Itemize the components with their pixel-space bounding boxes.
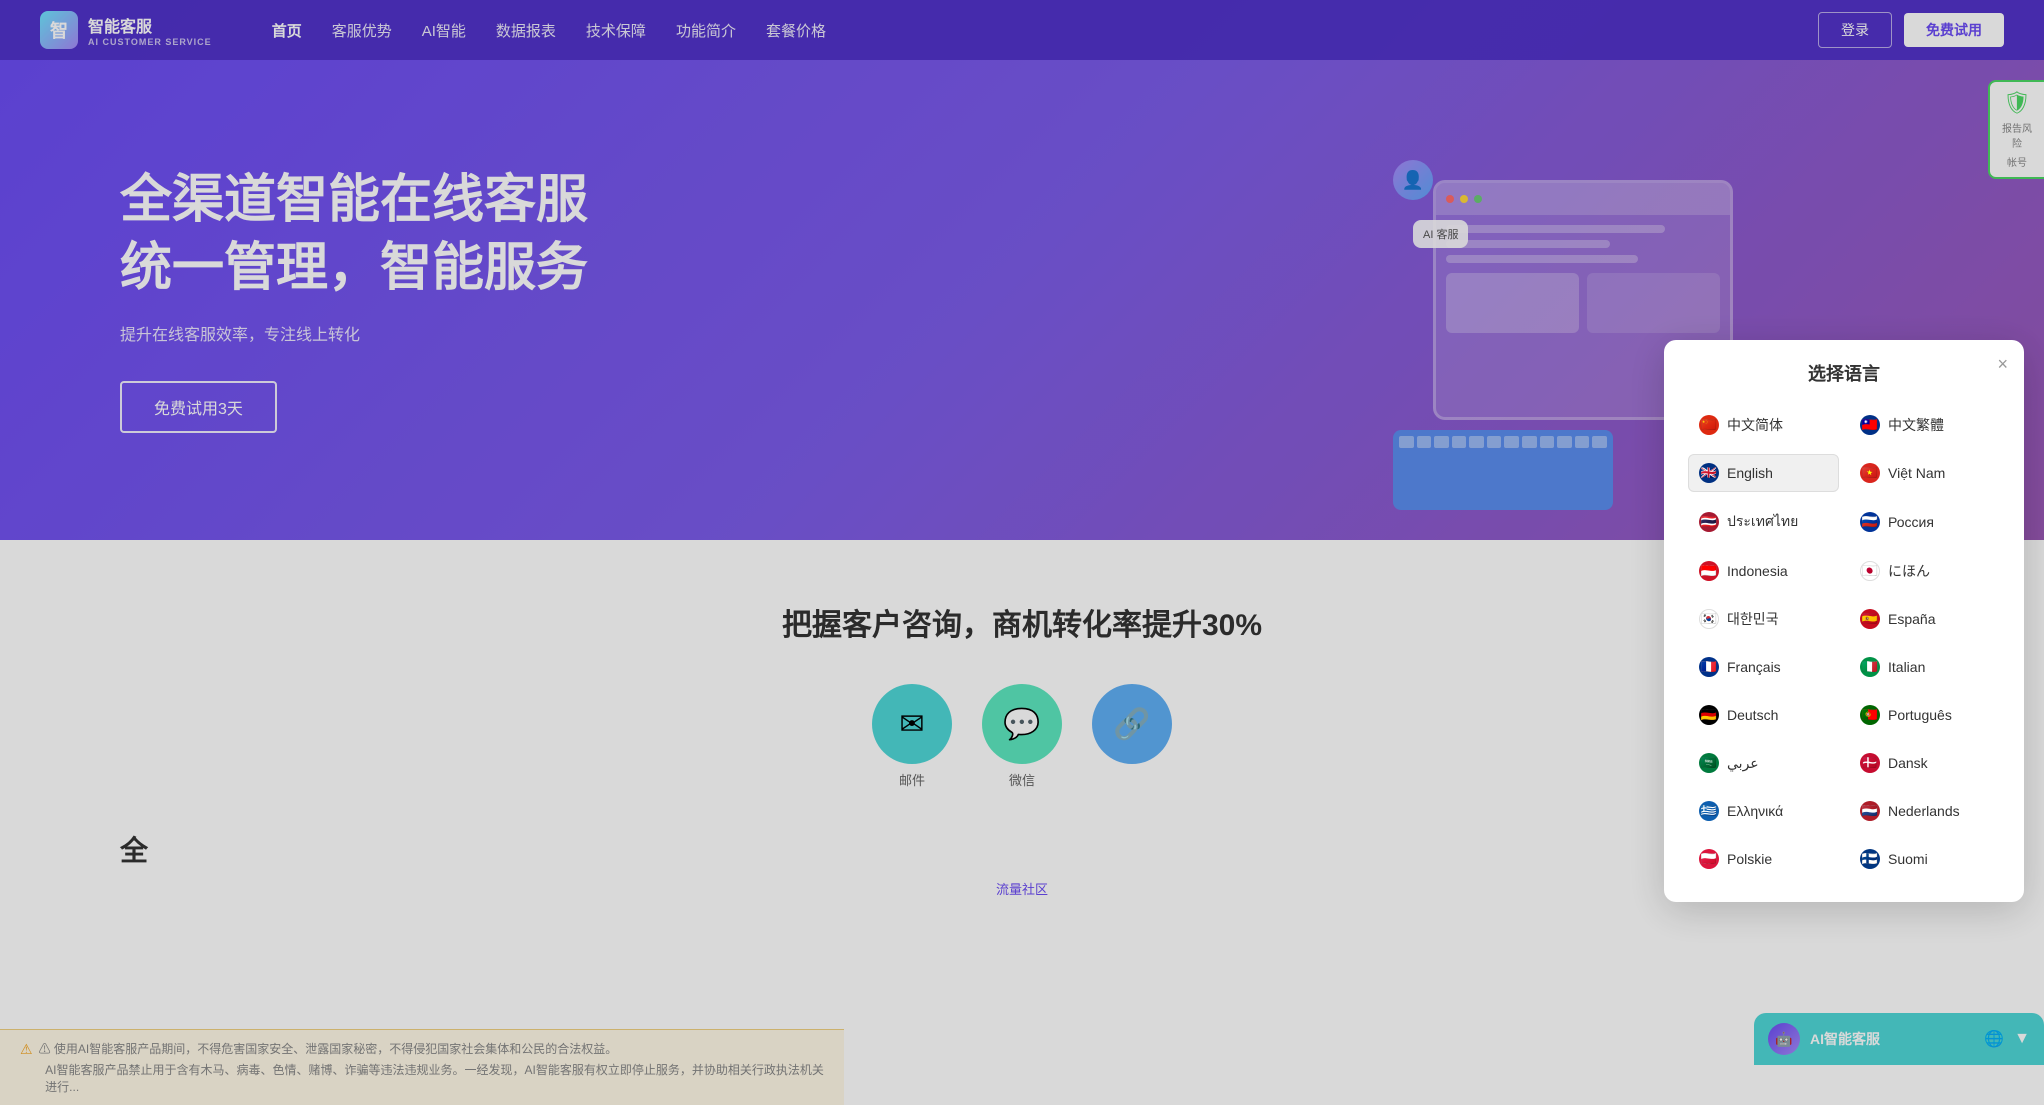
lang-label-it: Italian	[1888, 659, 1925, 675]
lang-item-vn[interactable]: 🇻🇳 Việt Nam	[1849, 454, 2000, 492]
lang-label-pl: Polskie	[1727, 851, 1772, 867]
lang-item-de[interactable]: 🇩🇪 Deutsch	[1688, 696, 1839, 734]
flag-vn: 🇻🇳	[1860, 463, 1880, 483]
flag-gr: 🇬🇷	[1699, 801, 1719, 821]
flag-nl: 🇳🇱	[1860, 801, 1880, 821]
flag-dk: 🇩🇰	[1860, 753, 1880, 773]
flag-th: 🇹🇭	[1699, 512, 1719, 532]
lang-item-th[interactable]: 🇹🇭 ประเทศไทย	[1688, 502, 1839, 542]
lang-grid: 🇨🇳 中文简体 🇹🇼 中文繁體 🇬🇧 English 🇻🇳 Việt Nam 🇹…	[1688, 406, 2000, 878]
lang-label-ru: Россия	[1888, 514, 1934, 530]
lang-label-gr: Ελληνικά	[1727, 803, 1783, 819]
lang-item-pl[interactable]: 🇵🇱 Polskie	[1688, 840, 1839, 878]
flag-fr: 🇫🇷	[1699, 657, 1719, 677]
lang-modal-title: 选择语言	[1688, 360, 2000, 386]
lang-label-fr: Français	[1727, 659, 1781, 675]
lang-label-vn: Việt Nam	[1888, 465, 1945, 481]
lang-label-es: España	[1888, 611, 1935, 627]
flag-it: 🇮🇹	[1860, 657, 1880, 677]
flag-pt: 🇵🇹	[1860, 705, 1880, 725]
lang-modal: 选择语言 × 🇨🇳 中文简体 🇹🇼 中文繁體 🇬🇧 English 🇻🇳 Việ…	[1664, 340, 2024, 902]
lang-item-nl[interactable]: 🇳🇱 Nederlands	[1849, 792, 2000, 830]
lang-item-fr[interactable]: 🇫🇷 Français	[1688, 648, 1839, 686]
lang-label-id: Indonesia	[1727, 563, 1788, 579]
flag-ru: 🇷🇺	[1860, 512, 1880, 532]
flag-uk: 🇬🇧	[1699, 463, 1719, 483]
flag-fi: 🇫🇮	[1860, 849, 1880, 869]
lang-item-en[interactable]: 🇬🇧 English	[1688, 454, 1839, 492]
lang-item-es[interactable]: 🇪🇸 España	[1849, 600, 2000, 638]
flag-kr: 🇰🇷	[1699, 609, 1719, 629]
lang-item-dk[interactable]: 🇩🇰 Dansk	[1849, 744, 2000, 782]
lang-item-fi[interactable]: 🇫🇮 Suomi	[1849, 840, 2000, 878]
lang-item-id[interactable]: 🇮🇩 Indonesia	[1688, 552, 1839, 590]
lang-close-button[interactable]: ×	[1997, 354, 2008, 375]
lang-item-ar[interactable]: 🇸🇦 عربي	[1688, 744, 1839, 782]
lang-label-dk: Dansk	[1888, 755, 1928, 771]
lang-item-zh-tw[interactable]: 🇹🇼 中文繁體	[1849, 406, 2000, 444]
lang-item-ru[interactable]: 🇷🇺 Россия	[1849, 502, 2000, 542]
lang-label-en: English	[1727, 465, 1773, 481]
lang-label-th: ประเทศไทย	[1727, 511, 1798, 533]
lang-item-it[interactable]: 🇮🇹 Italian	[1849, 648, 2000, 686]
flag-jp: 🇯🇵	[1860, 561, 1880, 581]
flag-de: 🇩🇪	[1699, 705, 1719, 725]
flag-tw: 🇹🇼	[1860, 415, 1880, 435]
flag-pl: 🇵🇱	[1699, 849, 1719, 869]
lang-item-jp[interactable]: 🇯🇵 にほん	[1849, 552, 2000, 590]
lang-label-kr: 대한민국	[1727, 609, 1779, 629]
lang-label-jp: にほん	[1888, 561, 1930, 581]
flag-cn: 🇨🇳	[1699, 415, 1719, 435]
lang-modal-overlay: 选择语言 × 🇨🇳 中文简体 🇹🇼 中文繁體 🇬🇧 English 🇻🇳 Việ…	[0, 0, 2044, 1105]
lang-label-de: Deutsch	[1727, 707, 1778, 723]
lang-item-gr[interactable]: 🇬🇷 Ελληνικά	[1688, 792, 1839, 830]
lang-label-zh-tw: 中文繁體	[1888, 415, 1944, 435]
lang-label-ar: عربي	[1727, 755, 1759, 772]
lang-item-pt[interactable]: 🇵🇹 Português	[1849, 696, 2000, 734]
flag-ar: 🇸🇦	[1699, 753, 1719, 773]
lang-label-nl: Nederlands	[1888, 803, 1960, 819]
lang-item-zh-cn[interactable]: 🇨🇳 中文简体	[1688, 406, 1839, 444]
lang-label-zh-cn: 中文简体	[1727, 415, 1783, 435]
flag-id: 🇮🇩	[1699, 561, 1719, 581]
lang-label-fi: Suomi	[1888, 851, 1928, 867]
lang-item-kr[interactable]: 🇰🇷 대한민국	[1688, 600, 1839, 638]
lang-label-pt: Português	[1888, 707, 1952, 723]
flag-es: 🇪🇸	[1860, 609, 1880, 629]
